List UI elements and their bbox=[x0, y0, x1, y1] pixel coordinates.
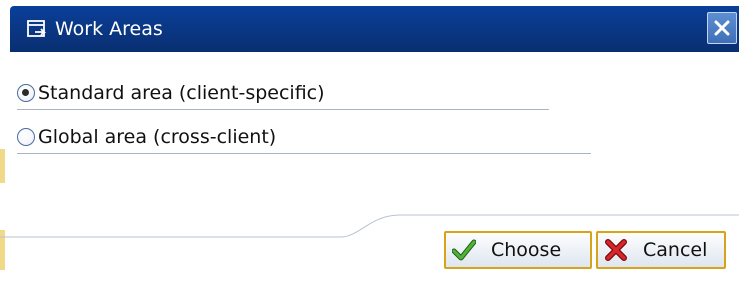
close-icon bbox=[714, 20, 730, 36]
close-button[interactable] bbox=[707, 12, 737, 44]
radio-global-area[interactable]: Global area (cross-client) bbox=[17, 126, 276, 148]
choose-label: Choose bbox=[491, 239, 562, 261]
separator-line bbox=[17, 109, 549, 110]
dialog-content: Standard area (client-specific) Global a… bbox=[0, 52, 739, 283]
window-icon bbox=[27, 20, 47, 37]
radio-standard-area[interactable]: Standard area (client-specific) bbox=[17, 82, 325, 104]
separator-line bbox=[17, 153, 591, 154]
left-edge-marker bbox=[0, 149, 5, 183]
title-bar: Work Areas bbox=[10, 6, 739, 52]
cancel-label: Cancel bbox=[643, 239, 708, 261]
checkmark-icon bbox=[452, 239, 476, 261]
radio-label-standard: Standard area (client-specific) bbox=[38, 82, 325, 104]
radio-button-unchecked[interactable] bbox=[17, 128, 35, 146]
choose-button[interactable]: Choose bbox=[444, 231, 592, 269]
dialog-title: Work Areas bbox=[55, 18, 163, 40]
button-bar: Choose Cancel bbox=[0, 212, 739, 283]
cancel-button[interactable]: Cancel bbox=[596, 231, 726, 269]
radio-button-checked[interactable] bbox=[17, 84, 35, 102]
work-areas-dialog: Work Areas Standard area (client-specifi… bbox=[0, 0, 739, 283]
cross-icon bbox=[605, 239, 627, 261]
radio-label-global: Global area (cross-client) bbox=[38, 126, 277, 148]
